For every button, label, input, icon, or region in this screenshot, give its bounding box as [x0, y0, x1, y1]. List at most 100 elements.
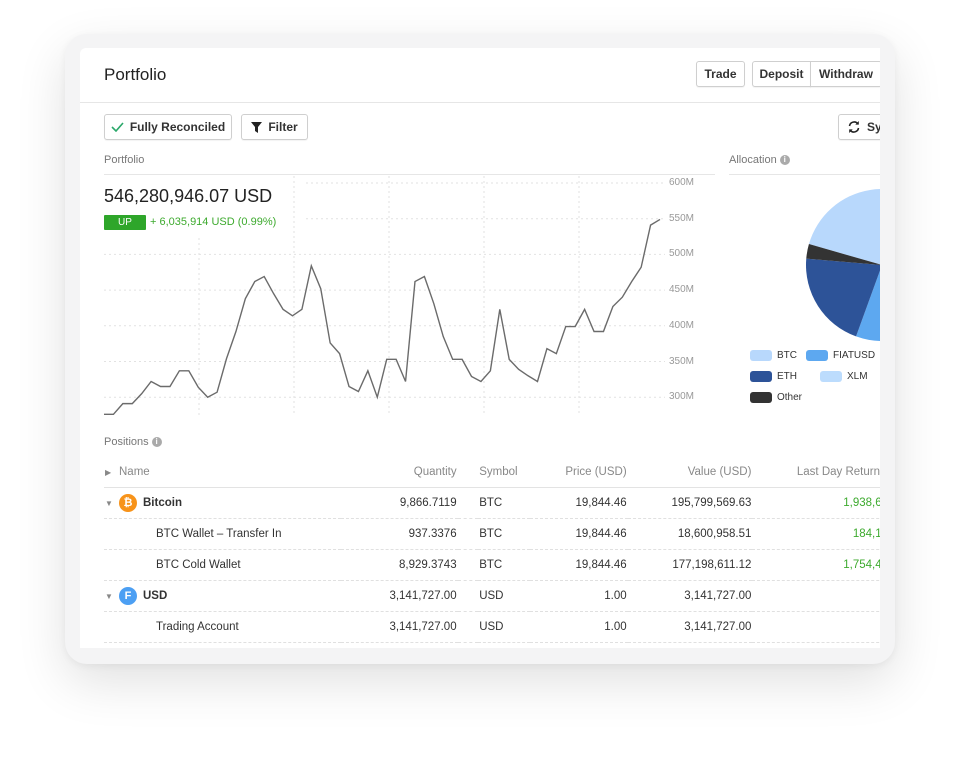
cell-price: 19,844.46 [529, 549, 628, 581]
row-name: Bitcoin [143, 497, 182, 510]
deposit-button[interactable]: Deposit [752, 61, 811, 87]
column-symbol[interactable]: Symbol [478, 457, 530, 488]
y-tick-label: 300M [669, 391, 695, 403]
spacer [457, 580, 479, 612]
info-icon[interactable]: i [151, 437, 162, 447]
bitcoin-icon: ₿ [119, 494, 137, 512]
cell-price: 1,603.44 [529, 642, 628, 648]
cell-quantity: 5,167.3471 [341, 642, 458, 648]
positions-label: Positions [104, 436, 149, 448]
cell-value: 8,285,531.03 [627, 642, 753, 648]
cell-name: BTC Cold Wallet [104, 549, 342, 581]
y-tick-label: 500M [669, 248, 695, 260]
positions-table: ▶ Name Quantity Symbol Price (USD) Value … [104, 457, 880, 648]
legend-item-xlm[interactable]: XLM [820, 371, 868, 382]
cell-last-day-return: 0.0 [752, 611, 880, 643]
cell-quantity: 3,141,727.00 [341, 611, 458, 643]
legend-swatch [750, 371, 772, 382]
withdraw-button[interactable]: Withdraw [810, 61, 880, 87]
legend-label: XLM [847, 371, 868, 382]
portfolio-line-chart [103, 176, 665, 416]
cell-value: 3,141,727.00 [627, 611, 753, 643]
legend-swatch [750, 350, 772, 361]
table-row-group[interactable]: ▼ ₿ Bitcoin 9,866.7119 BTC 19,844.46 195,799,5… [104, 487, 880, 519]
legend-label: BTC [777, 350, 797, 361]
allocation-divider [729, 174, 880, 175]
legend-item-btc[interactable]: BTC [750, 350, 797, 361]
allocation-label: Allocation [729, 154, 777, 166]
legend-label: ETH [777, 371, 797, 382]
cell-value: 18,600,958.51 [627, 518, 753, 550]
y-tick-label: 600M [669, 177, 695, 188]
legend-label: FIATUSD [833, 350, 876, 361]
cell-quantity: 937.3376 [341, 518, 458, 550]
expand-all-icon[interactable]: ▶ [105, 468, 119, 477]
cell-price: 1.00 [529, 611, 628, 643]
legend-swatch [820, 371, 842, 382]
cell-symbol: BTC [478, 487, 530, 519]
cell-last-day-return: 1,938,609.6 [752, 487, 880, 519]
cell-symbol: ETH [478, 642, 530, 648]
sync-label: Sy [867, 120, 880, 134]
cell-quantity: 8,929.3743 [341, 549, 458, 581]
allocation-section-label: Allocation i [729, 154, 790, 166]
cell-value: 3,141,727.00 [627, 580, 753, 612]
column-label: Name [119, 466, 150, 478]
column-price[interactable]: Price (USD) [529, 457, 628, 488]
cell-symbol: BTC [478, 518, 530, 550]
cell-price: 1.00 [529, 580, 628, 612]
column-name[interactable]: ▶ Name [104, 457, 342, 488]
cell-symbol: USD [478, 580, 530, 612]
table-row[interactable]: BTC Wallet – Transfer In 937.3376 BTC 19,84… [104, 518, 880, 550]
spacer [457, 642, 479, 648]
y-tick-label: 550M [669, 212, 695, 224]
cell-last-day-return: 0.0 [752, 580, 880, 612]
spacer [457, 549, 479, 581]
cell-last-day-return: 178,357.8 [752, 642, 880, 648]
positions-section-label: Positions i [104, 436, 162, 448]
spacer [457, 518, 479, 550]
column-quantity[interactable]: Quantity [341, 457, 458, 488]
cell-name: BTC Wallet – Transfer In [104, 518, 342, 550]
table-row-group[interactable]: ▼FUSD3,141,727.00USD1.003,141,727.000.0 [104, 580, 880, 612]
cell-name: ▼ ₿ Bitcoin [104, 487, 342, 519]
cell-symbol: BTC [478, 549, 530, 581]
y-tick-label: 450M [669, 284, 695, 296]
cell-value: 195,799,569.63 [627, 487, 753, 519]
withdraw-label: Withdraw [819, 67, 873, 81]
table-header-row: ▶ Name Quantity Symbol Price (USD) Value … [104, 457, 880, 488]
spacer [457, 487, 479, 519]
cell-name: Trading Account [104, 611, 342, 643]
allocation-pie-chart [806, 189, 880, 341]
cell-price: 19,844.46 [529, 487, 628, 519]
legend-item-eth[interactable]: ETH [750, 371, 797, 382]
legend-swatch [806, 350, 828, 361]
sync-button[interactable]: Sy [838, 114, 880, 140]
table-row[interactable]: Trading Account 3,141,727.00 USD 1.00 3,141,… [104, 611, 880, 643]
cell-last-day-return: 184,167.9 [752, 518, 880, 550]
portfolio-card: Portfolio Trade Deposit Withdraw Fully R… [80, 48, 880, 648]
cell-symbol: USD [478, 611, 530, 643]
cell-quantity: 3,141,727.00 [341, 580, 458, 612]
cell-price: 19,844.46 [529, 518, 628, 550]
fiat-usd-icon: F [119, 587, 137, 605]
cell-name: ▶◆Ethereum [104, 642, 342, 648]
cell-quantity: 9,866.7119 [341, 487, 458, 519]
legend-label: Other [777, 392, 803, 403]
column-last-day-return[interactable]: Last Day Return (US [752, 457, 880, 488]
legend-swatch [750, 392, 772, 403]
y-tick-label: 400M [669, 319, 695, 331]
caret-down-icon[interactable]: ▼ [105, 499, 119, 508]
legend-item-fiatusd[interactable]: FIATUSD [806, 350, 875, 361]
row-name: USD [143, 590, 168, 603]
caret-down-icon[interactable]: ▼ [105, 592, 119, 601]
spacer [457, 457, 479, 488]
table-row-group[interactable]: ▶◆Ethereum5,167.3471 ETH1,603.448,285,531… [104, 642, 880, 648]
portfolio-value-line [104, 218, 661, 416]
spacer [457, 611, 479, 643]
info-icon[interactable]: i [779, 155, 790, 165]
legend-item-other[interactable]: Other [750, 392, 802, 403]
table-row[interactable]: BTC Cold Wallet 8,929.3743 BTC 19,844.46 177… [104, 549, 880, 581]
column-value[interactable]: Value (USD) [627, 457, 753, 488]
y-tick-label: 350M [669, 355, 695, 367]
